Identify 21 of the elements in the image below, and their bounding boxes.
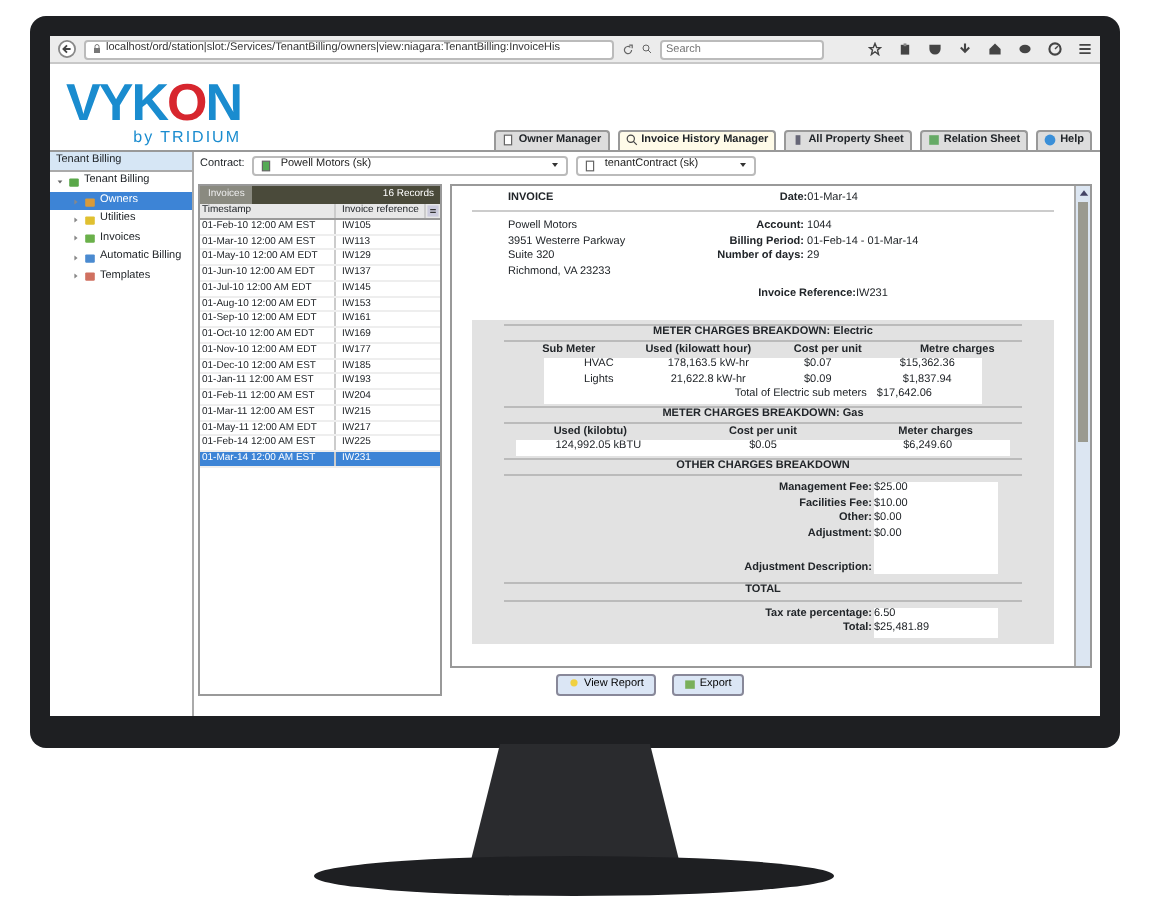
clipboard-icon[interactable] (898, 42, 912, 56)
logo-wordmark: VYKON (66, 76, 241, 129)
scroll-up-icon[interactable] (1076, 186, 1090, 200)
pocket-icon[interactable] (928, 42, 942, 56)
home-icon[interactable] (988, 42, 1002, 56)
gauge-icon[interactable] (1048, 42, 1062, 56)
back-icon[interactable] (58, 40, 76, 58)
search-icon (642, 44, 652, 54)
download-icon[interactable] (958, 42, 972, 56)
caret-icon (550, 160, 561, 170)
help-icon (1044, 134, 1057, 147)
lock-icon (92, 44, 102, 54)
scrollbar[interactable] (1074, 186, 1090, 666)
caret-icon (738, 160, 749, 170)
scrollbar-thumb[interactable] (1078, 202, 1088, 442)
menu-icon[interactable] (1078, 42, 1092, 56)
column-menu-icon[interactable] (426, 203, 441, 218)
logo-byline: by TRIDIUM (131, 128, 241, 150)
reload-icon[interactable] (622, 43, 634, 55)
star-icon[interactable] (868, 42, 882, 56)
search-icon (625, 134, 638, 147)
